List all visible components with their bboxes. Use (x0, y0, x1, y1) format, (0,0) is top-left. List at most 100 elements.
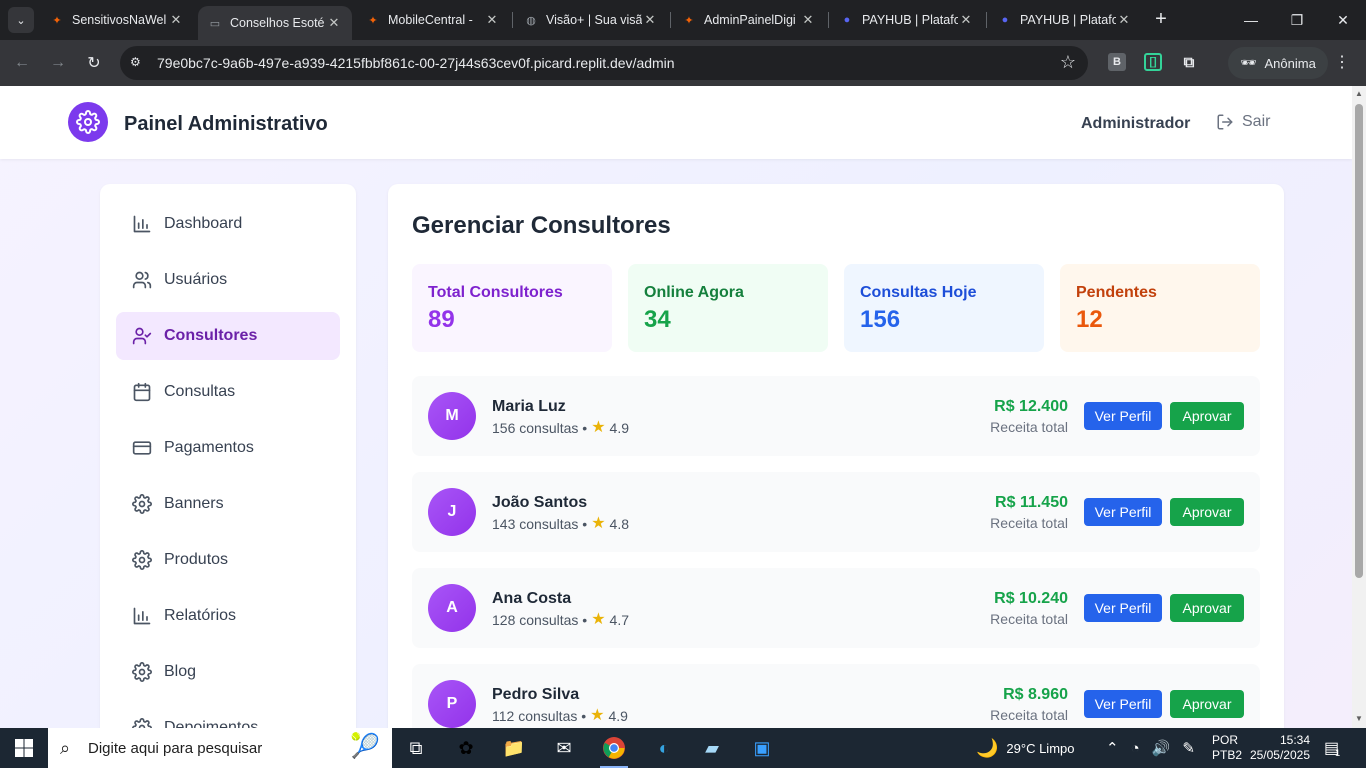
address-bar[interactable]: ⚙ 79e0bc7c-9a6b-497e-a939-4215fbbf861c-0… (120, 46, 1088, 80)
consultant-row: M Maria Luz 156 consultas • ★ 4.9 R$ 12.400 Re… (412, 376, 1260, 456)
stat-value: 12 (1076, 306, 1103, 333)
extension-bracket-icon[interactable]: [] (1144, 53, 1162, 71)
url-text[interactable]: 79e0bc7c-9a6b-497e-a939-4215fbbf861c-00-… (157, 55, 675, 71)
network-icon[interactable]: ◔ (1131, 740, 1140, 757)
revenue-amount: R$ 11.450 (995, 494, 1068, 511)
stat-label: Total Consultores (428, 284, 563, 301)
logout-button[interactable]: Sair (1216, 113, 1270, 131)
close-window-icon[interactable]: ✕ (1320, 0, 1366, 40)
sidebar-item-pagamentos[interactable]: Pagamentos (116, 424, 340, 472)
taskbar-search-box[interactable]: ⌕ Digite aqui para pesquisar 🎾 (48, 728, 392, 768)
mail-icon[interactable]: ✉ (544, 732, 584, 764)
tab-close-icon[interactable]: ✕ (168, 12, 184, 28)
bar-chart-icon (133, 607, 151, 625)
weather-widget[interactable]: 🌙 29°C Limpo (976, 728, 1075, 768)
sidebar-item-consultas[interactable]: Consultas (116, 368, 340, 416)
tab-search-chevron-icon[interactable]: ⌄ (8, 7, 34, 33)
avatar: A (428, 584, 476, 632)
keyboard-layout: PTB2 (1212, 748, 1243, 762)
scroll-up-icon[interactable]: ▲ (1355, 89, 1363, 98)
tab-title: Visão+ | Sua visã (546, 13, 642, 27)
tab-close-icon[interactable]: ✕ (484, 12, 500, 28)
browser-toolbar: ← → ↻ ⚙ 79e0bc7c-9a6b-497e-a939-4215fbbf… (0, 40, 1366, 86)
star-icon: ★ (591, 515, 606, 532)
back-icon[interactable]: ← (8, 49, 36, 77)
sidebar: Dashboard Usuários Consultores Consultas Pag… (100, 184, 356, 728)
extensions-puzzle-icon[interactable]: ⧉ (1180, 53, 1198, 71)
approve-button[interactable]: Aprovar (1170, 498, 1244, 526)
sidebar-item-depoimentos[interactable]: Depoimentos (116, 704, 340, 728)
tab-close-icon[interactable]: ✕ (642, 12, 658, 28)
windows-start-button[interactable] (0, 728, 48, 768)
weather-text: 29°C Limpo (1006, 740, 1075, 756)
chrome-icon[interactable] (594, 732, 634, 768)
tab-close-icon[interactable]: ✕ (800, 12, 816, 28)
chevron-up-icon[interactable]: ⌃ (1106, 739, 1119, 757)
view-profile-button[interactable]: Ver Perfil (1084, 402, 1162, 430)
tab-close-icon[interactable]: ✕ (1116, 12, 1132, 28)
clock[interactable]: 15:34 25/05/2025 (1250, 728, 1310, 768)
logout-label: Sair (1242, 113, 1271, 130)
browser-tab[interactable]: ✦ SensitivosNaWel ✕ (40, 6, 194, 34)
volume-icon[interactable]: 🔊 (1152, 739, 1171, 757)
extension-b-icon[interactable]: B (1108, 53, 1126, 71)
sidebar-item-relatorios[interactable]: Relatórios (116, 592, 340, 640)
tab-close-icon[interactable]: ✕ (958, 12, 974, 28)
sidebar-item-blog[interactable]: Blog (116, 648, 340, 696)
page-scrollbar[interactable]: ▲ ▼ (1352, 86, 1366, 728)
rating: 4.8 (609, 516, 629, 532)
revenue-block: R$ 10.240 Receita total (990, 590, 1068, 627)
file-explorer-icon[interactable]: 📁 (494, 732, 534, 764)
revenue-block: R$ 8.960 Receita total (990, 686, 1068, 723)
browser-tab[interactable]: ✦ MobileCentral - ✕ (356, 6, 510, 34)
restore-icon[interactable]: ❐ (1274, 0, 1320, 40)
copilot-icon[interactable]: ✿ (446, 732, 486, 764)
app-icon[interactable]: ▰ (692, 732, 732, 764)
tab-close-icon[interactable]: ✕ (326, 15, 342, 31)
browser-tab[interactable]: ◍ Visão+ | Sua visã ✕ (514, 6, 668, 34)
browser-tab[interactable]: ▭ Conselhos Esoté ✕ (198, 6, 352, 40)
browser-menu-icon[interactable]: ⋮ (1334, 52, 1350, 72)
approve-button[interactable]: Aprovar (1170, 690, 1244, 718)
browser-tab[interactable]: ● PAYHUB | Platafo ✕ (988, 6, 1142, 34)
reload-icon[interactable]: ↻ (80, 49, 108, 77)
tennis-ball-icon: 🎾 (350, 733, 380, 760)
consultations-count: 112 consultas • (492, 708, 587, 724)
incognito-profile[interactable]: 🕶 Anônima (1228, 47, 1328, 79)
task-view-icon[interactable]: ⧉ (396, 732, 436, 764)
view-profile-button[interactable]: Ver Perfil (1084, 690, 1162, 718)
stat-card: Consultas Hoje 156 (844, 264, 1044, 352)
site-info-icon[interactable]: ⚙ (130, 55, 146, 71)
photos-icon[interactable]: ▣ (742, 732, 782, 764)
sidebar-item-dashboard[interactable]: Dashboard (116, 200, 340, 248)
pen-icon[interactable]: ✎ (1182, 739, 1195, 757)
consultant-row: P Pedro Silva 112 consultas • ★ 4.9 R$ 8.960 R… (412, 664, 1260, 728)
bookmark-star-icon[interactable]: ☆ (1060, 52, 1076, 73)
stat-value: 34 (644, 306, 671, 333)
forward-icon[interactable]: → (44, 49, 72, 77)
approve-button[interactable]: Aprovar (1170, 594, 1244, 622)
star-icon: ★ (590, 707, 605, 724)
admin-header: Painel Administrativo Administrador Sair (0, 86, 1352, 159)
browser-tab[interactable]: ● PAYHUB | Platafo ✕ (830, 6, 984, 34)
new-tab-button[interactable]: + (1150, 8, 1172, 32)
language-indicator[interactable]: POR PTB2 (1212, 728, 1242, 768)
view-profile-button[interactable]: Ver Perfil (1084, 594, 1162, 622)
users-icon (132, 271, 152, 289)
sidebar-item-consultores[interactable]: Consultores (116, 312, 340, 360)
approve-button[interactable]: Aprovar (1170, 402, 1244, 430)
edge-icon[interactable]: ◐ (644, 732, 684, 764)
sidebar-item-produtos[interactable]: Produtos (116, 536, 340, 584)
scroll-down-icon[interactable]: ▼ (1355, 714, 1363, 723)
browser-tab[interactable]: ✦ AdminPainelDigi ✕ (672, 6, 826, 34)
view-profile-button[interactable]: Ver Perfil (1084, 498, 1162, 526)
sidebar-item-banners[interactable]: Banners (116, 480, 340, 528)
page-title: Painel Administrativo (124, 113, 328, 135)
search-placeholder: Digite aqui para pesquisar (88, 739, 263, 757)
consultant-name: João Santos (492, 494, 588, 511)
gear-logo-icon (68, 102, 108, 142)
scrollbar-thumb[interactable] (1355, 104, 1363, 578)
notification-center-icon[interactable]: ▤ 1 (1324, 728, 1340, 768)
minimize-icon[interactable]: — (1228, 0, 1274, 40)
sidebar-item-usuarios[interactable]: Usuários (116, 256, 340, 304)
